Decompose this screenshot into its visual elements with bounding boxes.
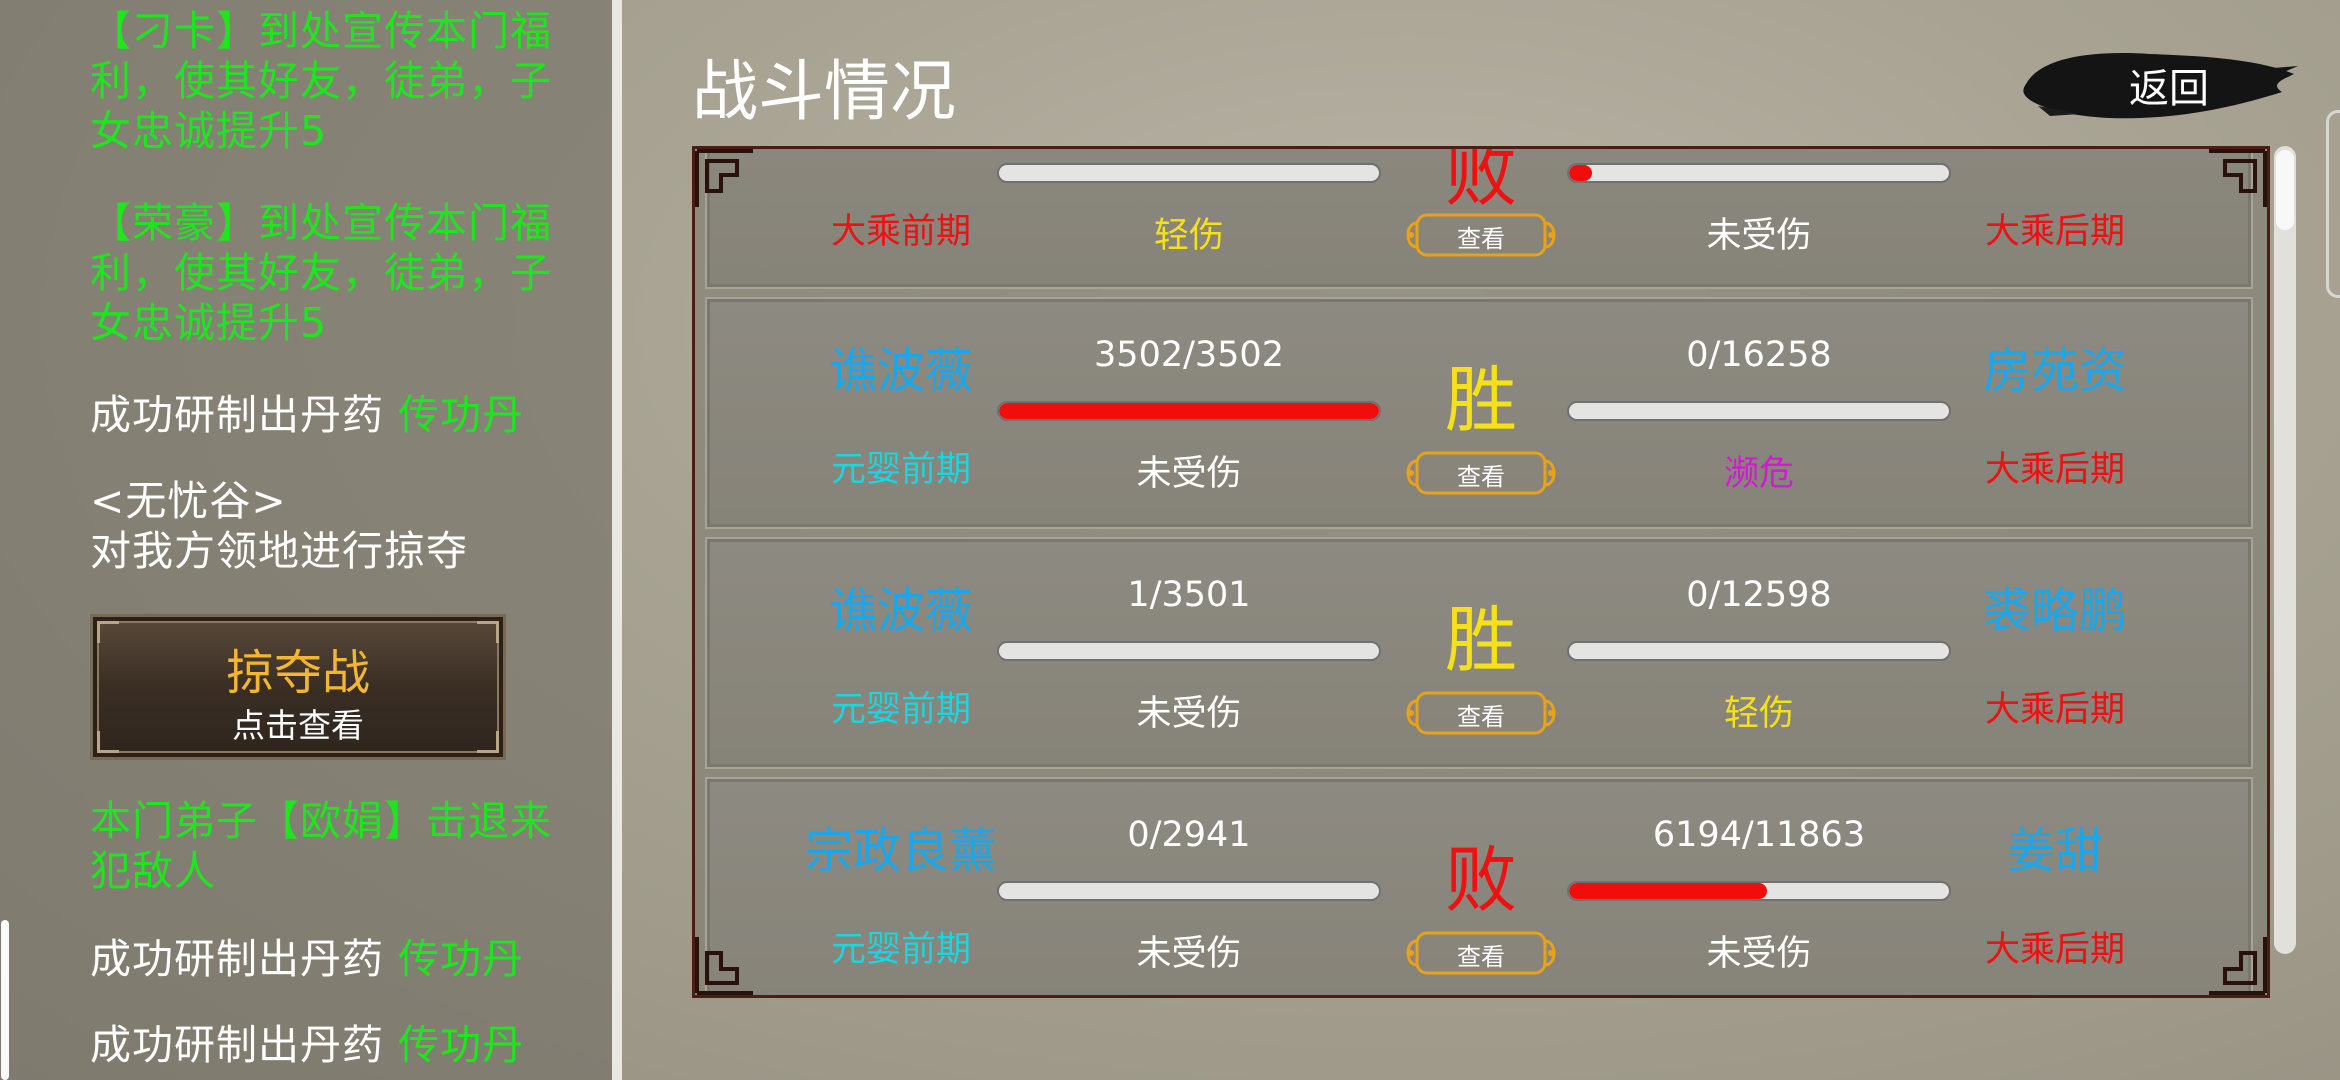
right-hp-fill [1569,165,1592,181]
battle-list[interactable]: 败 大乘前期 轻伤 查看 未受伤 大乘后期 谯波薇 3502/3502 胜 0/… [692,146,2270,998]
left-hp-text: 1/3501 [1127,575,1251,615]
view-button-label: 查看 [1457,225,1505,253]
battle-result: 胜 [1444,598,1517,682]
right-realm: 大乘后期 [1984,212,2125,252]
right-hp-bar [1567,641,1951,661]
corner-ornament-icon [695,149,753,207]
left-status: 未受伤 [1136,454,1242,494]
log-entry: 本门弟子【欧娟】击退来犯敌人 [90,797,552,895]
page-title: 战斗情况 [692,53,956,130]
right-hp-text: 0/12598 [1686,575,1832,615]
battle-list-scrollbar-thumb[interactable] [2276,150,2294,230]
log-text: 成功研制出丹药 [90,391,399,439]
view-battle-button[interactable]: 查看 [1403,927,1559,979]
right-status: 濒危 [1723,454,1794,494]
left-hp-bar [997,641,1381,661]
right-hp-text: 6194/11863 [1652,815,1866,855]
log-entry: 【荣豪】到处宣传本门福利，使其好友，徒弟，子女忠诚提升5 [90,199,552,347]
right-fighter-name: 裘略鹏 [1982,583,2127,639]
raid-battle-card[interactable]: 掠夺战 点击查看 [90,614,506,760]
left-hp-fill [999,403,1379,419]
right-hp-fill [1569,883,1768,899]
battle-result: 败 [1444,838,1517,922]
log-highlight: 传功丹 [398,1021,525,1069]
battle-row: 谯波薇 3502/3502 胜 0/16258 房苑资 元婴前期 未受伤 查看 … [705,297,2253,529]
right-hp-bar [1567,401,1951,421]
right-status: 未受伤 [1706,216,1812,256]
corner-ornament-icon [695,937,753,995]
right-status: 轻伤 [1723,694,1794,734]
view-battle-button[interactable]: 查看 [1403,209,1559,261]
right-hp-bar [1567,881,1951,901]
battle-list-scrollbar[interactable] [2274,146,2296,954]
log-entry: 【刁卡】到处宣传本门福利，使其好友，徒弟，子女忠诚提升5 [90,7,552,155]
left-status: 未受伤 [1136,694,1242,734]
view-battle-button[interactable]: 查看 [1403,447,1559,499]
right-hp-bar [1567,163,1951,183]
back-button[interactable]: 返回 [2020,44,2300,128]
right-fighter-name: 姜甜 [2006,823,2103,879]
right-status: 未受伤 [1706,934,1812,974]
log-scrollbar-thumb[interactable] [1,920,9,1080]
log-entry: 成功研制出丹药 传功丹 [90,390,590,440]
left-hp-bar [997,163,1381,183]
view-button-label: 查看 [1457,943,1505,971]
log-text: 对我方领地进行掠夺 [90,527,468,575]
corner-ornament-icon [2209,149,2267,207]
log-scrollbar[interactable] [612,0,622,1080]
view-button-label: 查看 [1457,463,1505,491]
log-text: 成功研制出丹药 [90,1021,399,1069]
edge-pull-tab[interactable] [2326,110,2340,298]
log-entry: 成功研制出丹药 传功丹 [90,1020,590,1070]
log-highlight: 传功丹 [398,391,525,439]
right-realm: 大乘后期 [1984,930,2125,970]
right-fighter-name: 房苑资 [1982,343,2127,399]
raid-card-subtitle: 点击查看 [232,706,364,745]
battle-row: 谯波薇 1/3501 胜 0/12598 裘略鹏 元婴前期 未受伤 查看 轻伤 … [705,537,2253,769]
left-hp-bar [997,401,1381,421]
log-text: 成功研制出丹药 [90,935,399,983]
left-hp-text: 3502/3502 [1094,335,1284,375]
left-status: 未受伤 [1136,934,1242,974]
left-status: 轻伤 [1153,216,1224,256]
battle-row: 宗政良薰 0/2941 败 6194/11863 姜甜 元婴前期 未受伤 查看 … [705,777,2253,995]
right-hp-text: 0/16258 [1686,335,1832,375]
raid-card-title: 掠夺战 [225,645,370,701]
left-hp-text: 0/2941 [1127,815,1251,855]
view-button-label: 查看 [1457,703,1505,731]
battle-result: 胜 [1444,358,1517,442]
right-realm: 大乘后期 [1984,450,2125,490]
battle-row: 败 大乘前期 轻伤 查看 未受伤 大乘后期 [705,149,2253,289]
event-log-panel[interactable]: 【刁卡】到处宣传本门福利，使其好友，徒弟，子女忠诚提升5 【荣豪】到处宣传本门福… [0,0,612,1080]
view-battle-button[interactable]: 查看 [1403,687,1559,739]
log-sect-name: <无忧谷> [90,477,287,525]
right-realm: 大乘后期 [1984,690,2125,730]
log-highlight: 传功丹 [398,935,525,983]
log-entry: 成功研制出丹药 传功丹 [90,934,590,984]
corner-ornament-icon [2209,937,2267,995]
back-button-label: 返回 [2129,66,2209,112]
log-entry: <无忧谷> 对我方领地进行掠夺 [90,476,590,576]
left-hp-bar [997,881,1381,901]
